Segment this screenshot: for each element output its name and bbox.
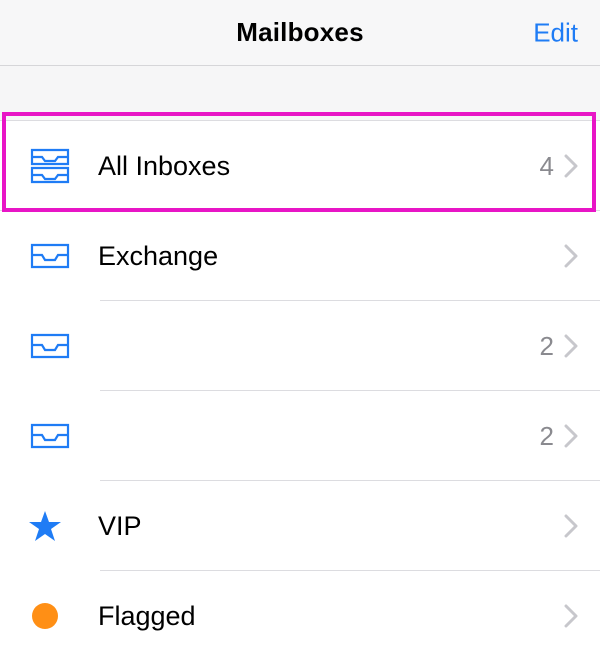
page-title: Mailboxes: [236, 17, 364, 48]
chevron-right-icon: [564, 154, 578, 178]
mailbox-label: All Inboxes: [98, 151, 540, 182]
mailbox-row-flagged[interactable]: Flagged: [0, 571, 600, 661]
tray-stack-icon: [22, 146, 98, 186]
section-spacer: [0, 66, 600, 120]
chevron-right-icon: [564, 604, 578, 628]
mailbox-row-account-4[interactable]: 2: [0, 391, 600, 481]
chevron-right-icon: [564, 334, 578, 358]
tray-icon: [22, 331, 98, 361]
chevron-right-icon: [564, 514, 578, 538]
tray-icon: [22, 241, 98, 271]
mailbox-row-all-inboxes[interactable]: All Inboxes 4: [0, 121, 600, 211]
mailbox-row-vip[interactable]: VIP: [0, 481, 600, 571]
mailbox-label: VIP: [98, 511, 554, 542]
mailbox-row-exchange[interactable]: Exchange: [0, 211, 600, 301]
mailbox-row-account-3[interactable]: 2: [0, 301, 600, 391]
star-icon: [22, 509, 98, 543]
navbar: Mailboxes Edit: [0, 0, 600, 66]
mailbox-label: Exchange: [98, 241, 554, 272]
flag-dot-icon: [22, 603, 98, 629]
unread-count: 2: [540, 331, 554, 362]
chevron-right-icon: [564, 424, 578, 448]
mailbox-label: Flagged: [98, 601, 554, 632]
chevron-right-icon: [564, 244, 578, 268]
mailbox-list: All Inboxes 4 Exchange 2: [0, 120, 600, 661]
edit-button[interactable]: Edit: [533, 17, 578, 48]
unread-count: 4: [540, 151, 554, 182]
unread-count: 2: [540, 421, 554, 452]
tray-icon: [22, 421, 98, 451]
